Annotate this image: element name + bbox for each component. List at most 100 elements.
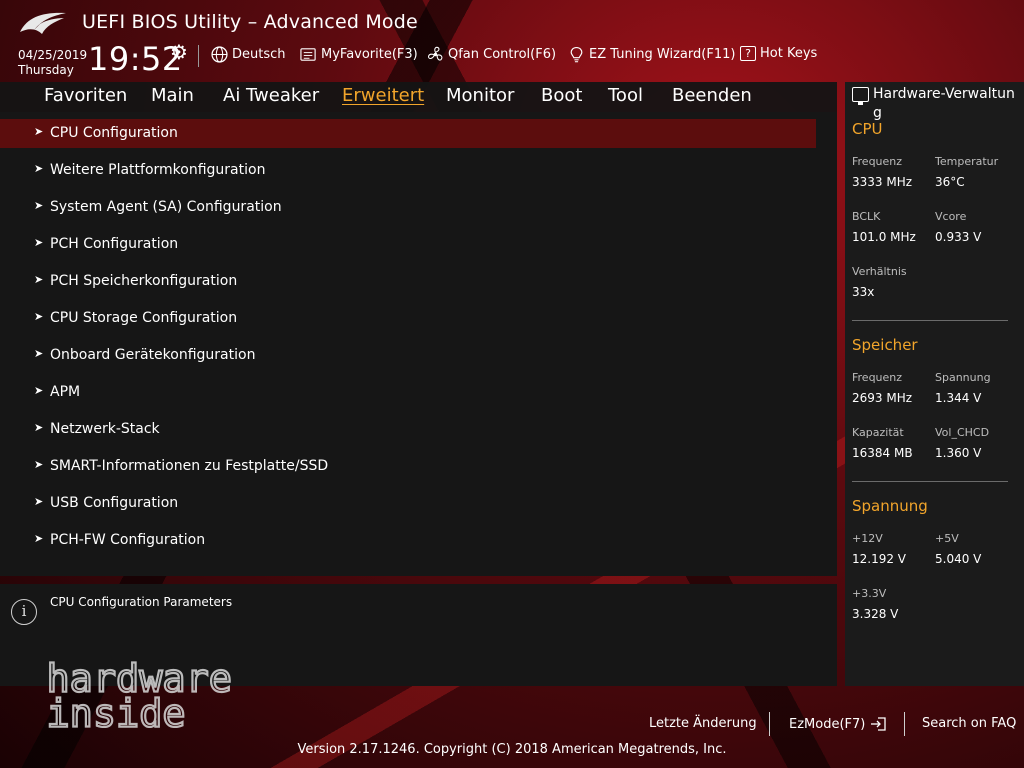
menu-item-apm[interactable]: ➤ APM <box>0 378 816 407</box>
menu-item-cpu-configuration[interactable]: ➤ CPU Configuration <box>0 119 816 148</box>
memory-voltage-value: 1.344 V <box>935 391 982 405</box>
menu-item-label: Weitere Plattformkonfiguration <box>50 162 266 178</box>
language-label: Deutsch <box>232 47 286 62</box>
menu-item-netzwerk-stack[interactable]: ➤ Netzwerk-Stack <box>0 415 816 444</box>
menu-item-label: CPU Storage Configuration <box>50 310 238 326</box>
svg-text:inside: inside <box>47 691 186 728</box>
menu-item-label: Onboard Gerätekonfiguration <box>50 347 256 363</box>
ezmode-button[interactable]: EzMode(F7) <box>789 716 887 732</box>
tab-favoriten[interactable]: Favoriten <box>44 85 127 106</box>
vcore-value: 0.933 V <box>935 230 982 244</box>
v33-value: 3.328 V <box>852 607 899 621</box>
footer-divider <box>769 712 770 736</box>
menu-item-label: PCH-FW Configuration <box>50 532 206 548</box>
memory-capacity-label: Kapazität <box>852 426 904 439</box>
exit-arrow-icon <box>871 717 887 731</box>
chevron-right-icon: ➤ <box>34 384 44 397</box>
tab-erweitert[interactable]: Erweitert <box>342 85 424 106</box>
hot-keys-label: Hot Keys <box>760 46 818 61</box>
tab-tool[interactable]: Tool <box>608 85 643 106</box>
section-divider <box>852 481 1008 482</box>
hot-keys-button[interactable]: ? Hot Keys <box>740 46 817 61</box>
tab-monitor[interactable]: Monitor <box>446 85 514 106</box>
ratio-value: 33x <box>852 285 875 299</box>
fan-icon <box>428 46 443 61</box>
monitor-icon <box>852 87 869 105</box>
date-text: 04/25/2019 <box>18 48 88 62</box>
v33-label: +3.3V <box>852 587 887 600</box>
voltage-section-heading: Spannung <box>852 497 928 515</box>
chevron-right-icon: ➤ <box>34 273 44 286</box>
menu-item-system-agent-configuration[interactable]: ➤ System Agent (SA) Configuration <box>0 193 816 222</box>
menu-item-label: Netzwerk-Stack <box>50 421 160 437</box>
ratio-label: Verhältnis <box>852 265 907 278</box>
ez-tuning-wizard-button[interactable]: EZ Tuning Wizard(F11) <box>568 46 735 63</box>
v12-value: 12.192 V <box>852 552 907 566</box>
menu-item-label: PCH Configuration <box>50 236 179 252</box>
memory-frequency-label: Frequenz <box>852 371 903 384</box>
main-tab-bar: Favoriten Main Ai Tweaker Erweitert Moni… <box>0 82 837 112</box>
last-change-button[interactable]: Letzte Änderung <box>649 716 757 731</box>
last-change-label: Letzte Änderung <box>649 716 757 731</box>
vol-chcd-value: 1.360 V <box>935 446 982 460</box>
cpu-frequency-label: Frequenz <box>852 155 903 168</box>
gear-icon[interactable]: ⚙ <box>170 40 188 64</box>
tab-boot[interactable]: Boot <box>541 85 582 106</box>
clock: 19:52 <box>88 40 183 78</box>
cpu-frequency-value: 3333 MHz <box>852 175 913 189</box>
app-title: UEFI BIOS Utility – Advanced Mode <box>82 11 418 33</box>
memory-voltage-label: Spannung <box>935 371 991 384</box>
menu-item-label: SMART-Informationen zu Festplatte/SSD <box>50 458 329 474</box>
question-icon: ? <box>740 46 756 61</box>
rog-logo-icon <box>20 12 66 34</box>
globe-icon <box>211 46 228 63</box>
menu-item-pch-speicherkonfiguration[interactable]: ➤ PCH Speicherkonfiguration <box>0 267 816 296</box>
menu-item-cpu-storage-configuration[interactable]: ➤ CPU Storage Configuration <box>0 304 816 333</box>
menu-item-smart-informationen[interactable]: ➤ SMART-Informationen zu Festplatte/SSD <box>0 452 816 481</box>
footer-divider <box>904 712 905 736</box>
lightbulb-icon <box>570 47 583 63</box>
tab-ai-tweaker[interactable]: Ai Tweaker <box>223 85 319 106</box>
chevron-right-icon: ➤ <box>34 495 44 508</box>
v5-label: +5V <box>935 532 959 545</box>
cpu-temperature-label: Temperatur <box>935 155 999 168</box>
vol-chcd-label: Vol_CHCD <box>935 426 990 439</box>
language-button[interactable]: Deutsch <box>211 46 286 63</box>
header: UEFI BIOS Utility – Advanced Mode 04/25/… <box>0 0 1024 82</box>
chevron-right-icon: ➤ <box>34 532 44 545</box>
menu-item-label: System Agent (SA) Configuration <box>50 199 282 215</box>
qfan-control-button[interactable]: Qfan Control(F6) <box>427 46 556 63</box>
myfavorite-label: MyFavorite(F3) <box>321 47 418 62</box>
menu-item-weitere-plattformkonfiguration[interactable]: ➤ Weitere Plattformkonfiguration <box>0 156 816 185</box>
bclk-label: BCLK <box>852 210 881 223</box>
hardware-monitor-title: Hardware-Verwaltung <box>873 86 1015 121</box>
menu-item-pch-configuration[interactable]: ➤ PCH Configuration <box>0 230 816 259</box>
search-faq-button[interactable]: Search on FAQ <box>922 716 1016 731</box>
weekday-text: Thursday <box>18 63 74 77</box>
chevron-right-icon: ➤ <box>34 421 44 434</box>
cpu-section-heading: CPU <box>852 120 883 138</box>
tab-beenden[interactable]: Beenden <box>672 85 752 106</box>
chevron-right-icon: ➤ <box>34 162 44 175</box>
v5-value: 5.040 V <box>935 552 982 566</box>
vcore-label: Vcore <box>935 210 967 223</box>
qfan-label: Qfan Control(F6) <box>448 47 557 62</box>
menu-item-label: CPU Configuration <box>50 125 178 141</box>
chevron-right-icon: ➤ <box>34 125 44 138</box>
help-text: CPU Configuration Parameters <box>50 595 233 609</box>
ezmode-label: EzMode(F7) <box>789 716 866 732</box>
menu-item-pch-fw-configuration[interactable]: ➤ PCH-FW Configuration <box>0 526 816 555</box>
tab-main[interactable]: Main <box>151 85 194 106</box>
chevron-right-icon: ➤ <box>34 458 44 471</box>
memory-capacity-value: 16384 MB <box>852 446 913 460</box>
myfavorite-button[interactable]: MyFavorite(F3) <box>300 46 418 63</box>
header-divider <box>198 45 199 67</box>
advanced-menu-list: ➤ CPU Configuration ➤ Weitere Plattformk… <box>0 112 837 576</box>
memory-frequency-value: 2693 MHz <box>852 391 913 405</box>
memory-section-heading: Speicher <box>852 336 918 354</box>
menu-item-onboard-geraetekonfiguration[interactable]: ➤ Onboard Gerätekonfiguration <box>0 341 816 370</box>
hardware-monitor-panel: Hardware-Verwaltung CPU Frequenz 3333 MH… <box>845 82 1024 686</box>
info-icon: i <box>11 599 37 625</box>
menu-item-usb-configuration[interactable]: ➤ USB Configuration <box>0 489 816 518</box>
menu-item-label: USB Configuration <box>50 495 179 511</box>
